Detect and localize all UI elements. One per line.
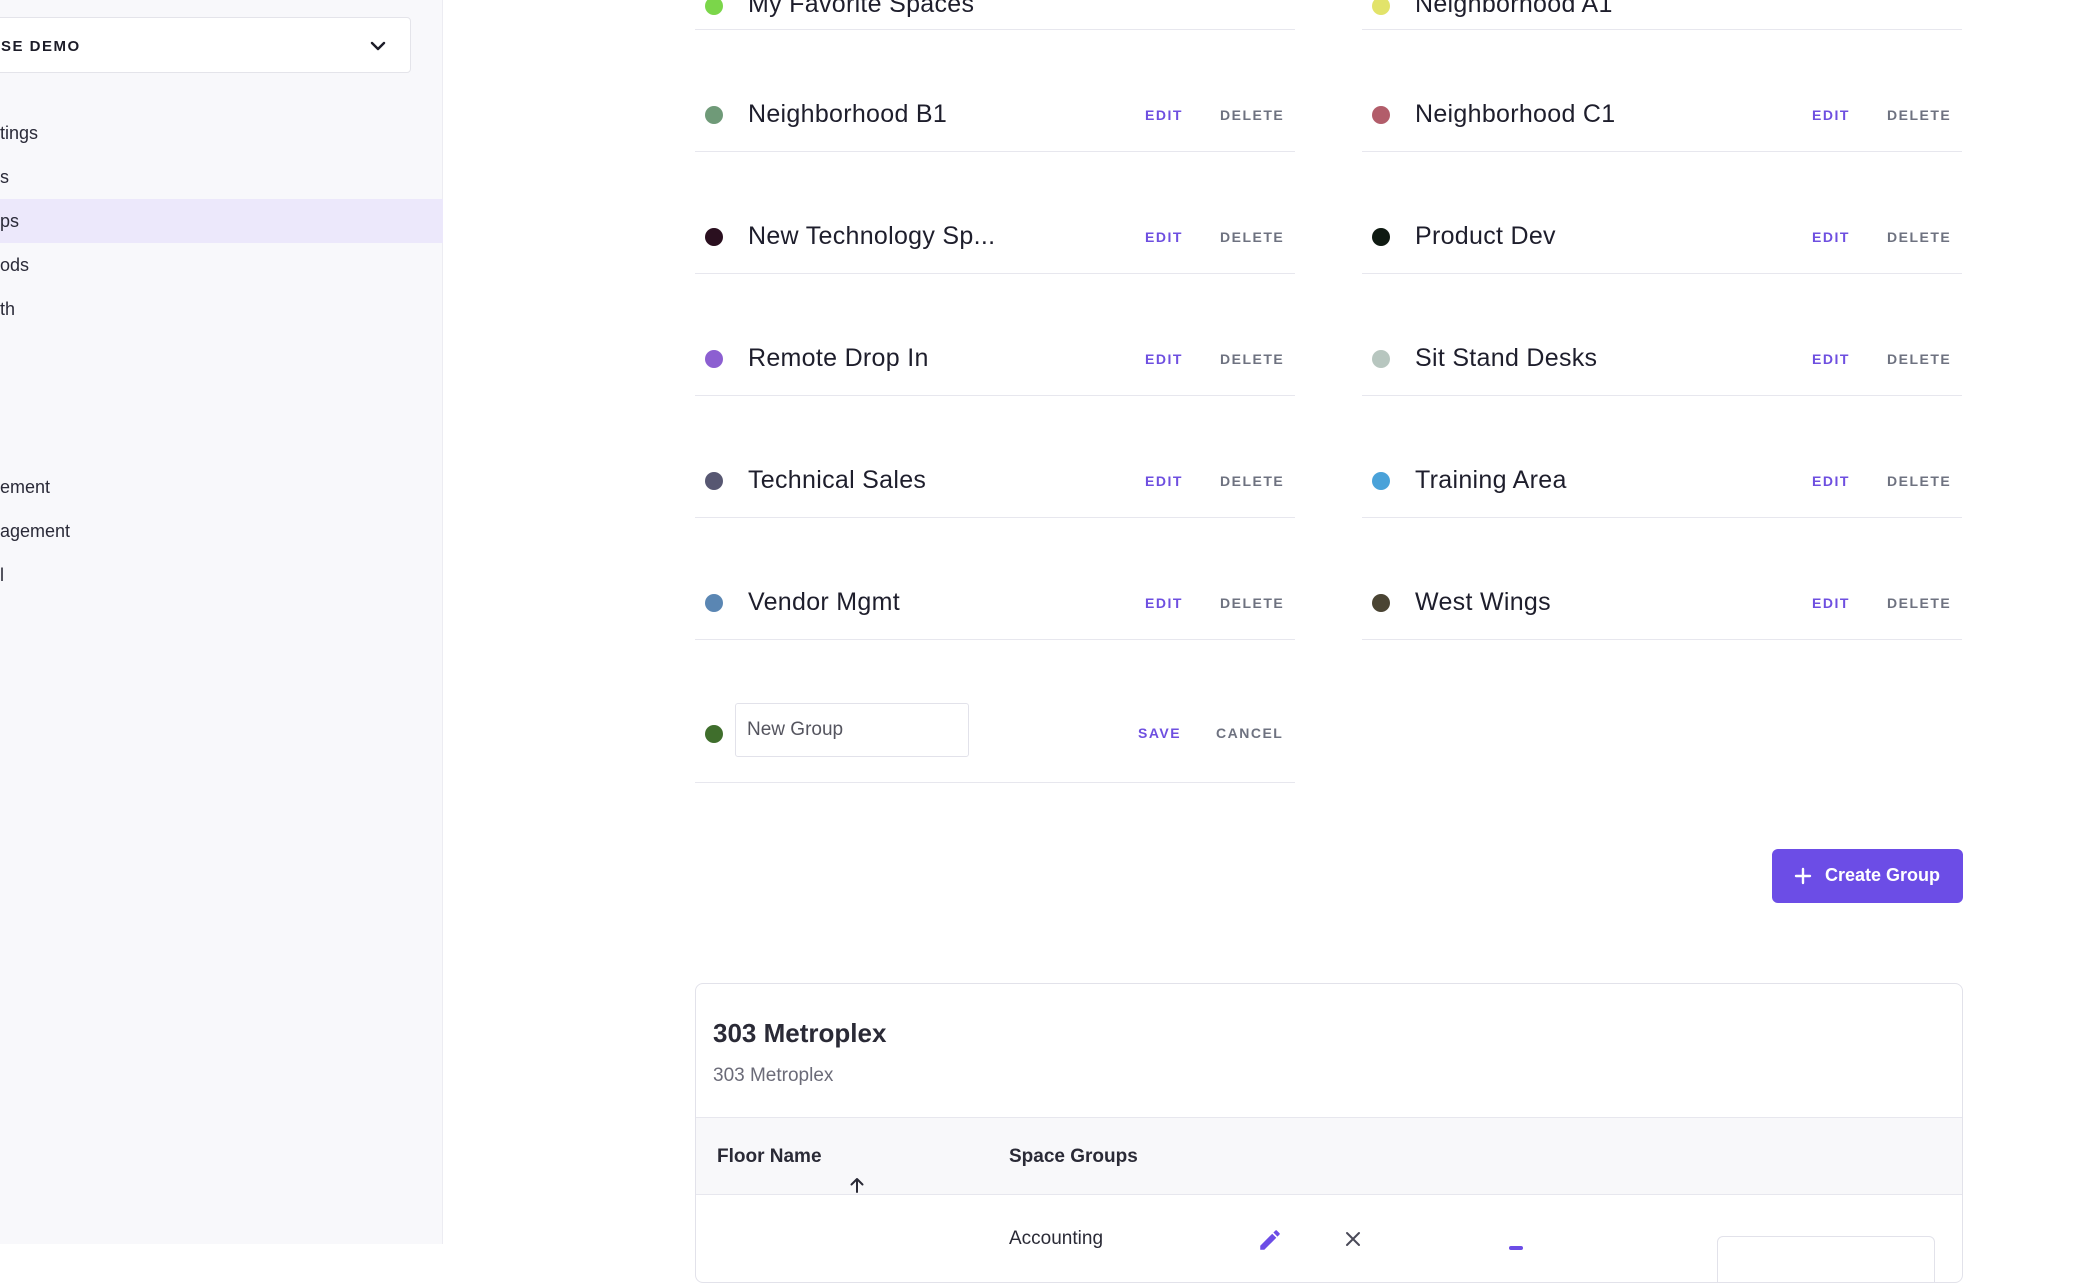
organization-select[interactable]: SE DEMO — [0, 17, 411, 73]
building-subtitle: 303 Metroplex — [713, 1065, 834, 1086]
group-color-dot — [705, 0, 723, 15]
edit-button[interactable]: EDIT — [1145, 473, 1183, 489]
edit-button[interactable]: EDIT — [1145, 229, 1183, 245]
sidebar-item-settings[interactable]: tings — [0, 111, 443, 155]
column-header-floor-name[interactable]: Floor Name — [717, 1146, 864, 1193]
group-name: West Wings — [1415, 588, 1551, 616]
pencil-icon[interactable] — [1257, 1227, 1283, 1253]
edit-button[interactable]: EDIT — [1145, 595, 1183, 611]
group-name: Product Dev — [1415, 222, 1556, 250]
sidebar-item-8[interactable]: l — [0, 553, 443, 597]
edit-button[interactable]: EDIT — [1812, 107, 1850, 123]
group-row: Vendor Mgmt EDIT DELETE — [695, 518, 1295, 640]
delete-button[interactable]: DELETE — [1220, 107, 1284, 123]
group-row: New Technology Sp... EDIT DELETE — [695, 152, 1295, 274]
sidebar-item-label: s — [0, 167, 9, 187]
sidebar-item-5[interactable]: th — [0, 287, 443, 331]
new-group-name-input[interactable] — [735, 703, 969, 757]
group-color-dot — [705, 106, 723, 124]
group-name: Sit Stand Desks — [1415, 344, 1598, 372]
group-name: Training Area — [1415, 466, 1567, 494]
organization-select-label: SE DEMO — [1, 38, 81, 55]
group-row: West Wings EDIT DELETE — [1362, 518, 1962, 640]
column-header-space-groups: Space Groups — [1009, 1146, 1138, 1167]
plus-icon — [1794, 867, 1812, 885]
group-color-dot — [1372, 228, 1390, 246]
group-color-dot — [1372, 0, 1390, 15]
sidebar-item-label: ods — [0, 255, 30, 275]
new-group-row: SAVE CANCEL — [695, 668, 1295, 783]
edit-button[interactable]: EDIT — [1145, 107, 1183, 123]
create-group-label: Create Group — [1825, 865, 1941, 885]
delete-button[interactable]: DELETE — [1887, 229, 1951, 245]
create-group-button[interactable]: Create Group — [1772, 849, 1963, 903]
sidebar-item-label: ps — [0, 211, 20, 231]
group-row: Sit Stand Desks EDIT DELETE — [1362, 274, 1962, 396]
sidebar-item-label: agement — [0, 521, 71, 541]
group-row: Training Area EDIT DELETE — [1362, 396, 1962, 518]
group-color-dot — [705, 228, 723, 246]
main-content: My Favorite Spaces Neighborhood B1 EDIT … — [443, 0, 2074, 1283]
delete-button[interactable]: DELETE — [1887, 107, 1951, 123]
sidebar-item-label: tings — [0, 123, 39, 143]
group-name: My Favorite Spaces — [748, 0, 975, 18]
sidebar-item-6[interactable]: ement — [0, 465, 443, 509]
sidebar-item-management[interactable]: agement — [0, 509, 443, 553]
group-row: Technical Sales EDIT DELETE — [695, 396, 1295, 518]
group-color-dot — [1372, 350, 1390, 368]
group-color-dot — [705, 472, 723, 490]
group-row: Remote Drop In EDIT DELETE — [695, 274, 1295, 396]
group-color-dot — [705, 594, 723, 612]
delete-button[interactable]: DELETE — [1220, 351, 1284, 367]
group-name: Neighborhood A1 — [1415, 0, 1613, 18]
sidebar-item-label: ement — [0, 477, 51, 497]
sidebar-item-label: l — [0, 565, 4, 585]
chevron-down-icon — [370, 41, 386, 51]
delete-button[interactable]: DELETE — [1887, 351, 1951, 367]
edit-button[interactable]: EDIT — [1812, 229, 1850, 245]
building-card: 303 Metroplex 303 Metroplex Floor Name S… — [695, 983, 1963, 1283]
group-color-dot — [1372, 594, 1390, 612]
edit-button[interactable]: EDIT — [1812, 595, 1850, 611]
group-name: Neighborhood B1 — [748, 100, 948, 128]
group-name: Technical Sales — [748, 466, 927, 494]
sidebar-item-space-groups[interactable]: ps — [0, 199, 443, 243]
edit-button[interactable]: EDIT — [1812, 473, 1850, 489]
column-header-label: Floor Name — [717, 1146, 822, 1167]
delete-button[interactable]: DELETE — [1887, 595, 1951, 611]
delete-button[interactable]: DELETE — [1220, 229, 1284, 245]
save-button[interactable]: SAVE — [1138, 725, 1181, 741]
group-row: Neighborhood B1 EDIT DELETE — [695, 30, 1295, 152]
group-name: Remote Drop In — [748, 344, 929, 372]
group-name: Neighborhood C1 — [1415, 100, 1616, 128]
group-row: My Favorite Spaces — [695, 0, 1295, 30]
delete-button[interactable]: DELETE — [1220, 473, 1284, 489]
edit-button[interactable]: EDIT — [1145, 351, 1183, 367]
group-name: New Technology Sp... — [748, 222, 996, 250]
group-row: Neighborhood C1 EDIT DELETE — [1362, 30, 1962, 152]
group-row: Neighborhood A1 — [1362, 0, 1962, 30]
sidebar-item-2[interactable]: s — [0, 155, 443, 199]
cancel-button[interactable]: CANCEL — [1216, 725, 1283, 741]
delete-button[interactable]: DELETE — [1220, 595, 1284, 611]
group-color-dot — [1372, 472, 1390, 490]
group-name: Vendor Mgmt — [748, 588, 900, 616]
space-group-select[interactable] — [1717, 1236, 1935, 1282]
group-color-dot — [1372, 106, 1390, 124]
group-row: Product Dev EDIT DELETE — [1362, 152, 1962, 274]
sort-ascending-icon[interactable] — [848, 1175, 866, 1195]
edit-button[interactable]: EDIT — [1812, 351, 1850, 367]
sidebar: SE DEMO tings s ps ods th ement agement … — [0, 0, 443, 1244]
close-icon[interactable] — [1342, 1228, 1364, 1250]
accent-indicator — [1509, 1246, 1523, 1250]
building-title: 303 Metroplex — [713, 1018, 887, 1048]
table-header: Floor Name Space Groups — [696, 1117, 1962, 1195]
new-group-color-dot[interactable] — [705, 725, 723, 743]
space-group-tag: Accounting — [1009, 1228, 1104, 1249]
sidebar-item-neighborhoods[interactable]: ods — [0, 243, 443, 287]
sidebar-item-label: th — [0, 299, 16, 319]
group-color-dot — [705, 350, 723, 368]
delete-button[interactable]: DELETE — [1887, 473, 1951, 489]
